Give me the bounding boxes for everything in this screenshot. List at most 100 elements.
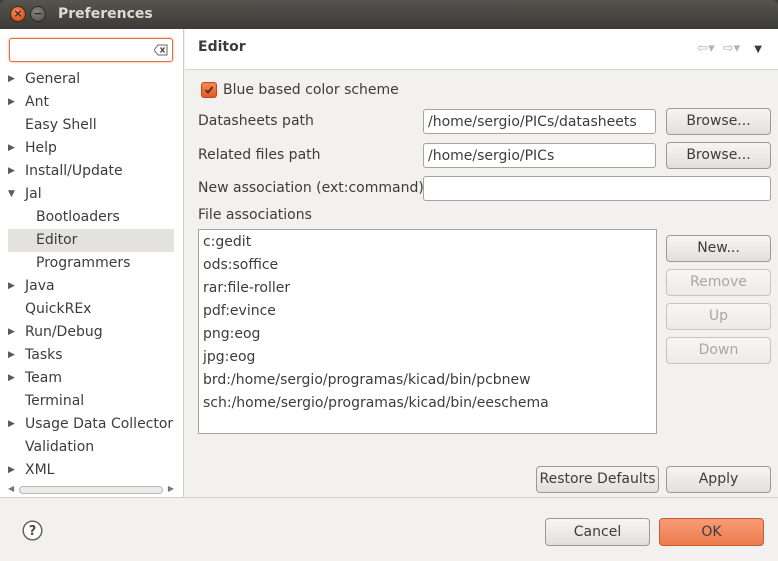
list-item[interactable]: rar:file-roller: [199, 277, 656, 300]
related-files-path-label: Related files path: [198, 147, 321, 163]
tree-item-label: Easy Shell: [25, 117, 97, 133]
window-title: Preferences: [58, 6, 153, 22]
tree-item-label: Bootloaders: [36, 209, 120, 225]
minimize-window-button[interactable]: −: [30, 6, 46, 22]
help-icon[interactable]: ?: [22, 520, 43, 541]
tree-item-label: Ant: [25, 94, 49, 110]
tree-item-team[interactable]: ▶ Team: [0, 367, 183, 390]
tree-item-terminal[interactable]: Terminal: [0, 390, 183, 413]
expand-arrow-icon[interactable]: ▶: [8, 91, 18, 114]
expand-arrow-icon[interactable]: ▶: [8, 275, 18, 298]
color-scheme-checkbox[interactable]: [201, 82, 217, 98]
tree-item-validation[interactable]: Validation: [0, 436, 183, 459]
tree-item-label: Jal: [25, 186, 42, 202]
page-title: Editor: [198, 39, 246, 55]
related-files-path-input[interactable]: [423, 143, 656, 168]
file-associations-label: File associations: [198, 207, 312, 223]
color-scheme-label: Blue based color scheme: [223, 82, 399, 98]
tree-item-label: Install/Update: [25, 163, 123, 179]
list-item[interactable]: sch:/home/sergio/programas/kicad/bin/ees…: [199, 392, 656, 415]
move-down-button[interactable]: Down: [666, 337, 771, 364]
tree-item-label: QuickREx: [25, 301, 92, 317]
dialog-button-bar: ? Cancel OK: [0, 497, 778, 561]
preference-tree: ▶ General ▶ Ant Easy Shell ▶ Help ▶ Install/Upda…: [0, 68, 183, 482]
expand-arrow-icon[interactable]: ▶: [8, 68, 18, 91]
list-item[interactable]: jpg:eog: [199, 346, 656, 369]
preference-page: Editor ⇦▾ ⇨▾ ▼ Blue based color scheme D…: [185, 29, 778, 497]
expand-arrow-icon[interactable]: ▶: [8, 459, 18, 482]
datasheets-path-label: Datasheets path: [198, 113, 314, 129]
collapse-arrow-icon[interactable]: ▼: [8, 183, 18, 206]
view-menu-icon[interactable]: ▼: [754, 44, 762, 55]
tree-item-programmers[interactable]: Programmers: [0, 252, 183, 275]
expand-arrow-icon[interactable]: ▶: [8, 160, 18, 183]
clear-icon[interactable]: [154, 44, 168, 56]
tree-item-jal[interactable]: ▼ Jal: [0, 183, 183, 206]
tree-item-label: Run/Debug: [25, 324, 103, 340]
tree-item-general[interactable]: ▶ General: [0, 68, 183, 91]
preference-tree-pane: ▶ General ▶ Ant Easy Shell ▶ Help ▶ Install/Upda…: [0, 29, 184, 497]
new-association-input[interactable]: [423, 176, 771, 201]
minimize-icon: −: [33, 7, 43, 20]
tree-item-label: General: [25, 71, 81, 87]
page-header: Editor ⇦▾ ⇨▾ ▼: [185, 29, 778, 70]
new-association-button[interactable]: New...: [666, 235, 771, 262]
tree-item-quickrex[interactable]: QuickREx: [0, 298, 183, 321]
preferences-window: ▶ General ▶ Ant Easy Shell ▶ Help ▶ Install/Upda…: [0, 29, 778, 561]
svg-text:?: ?: [29, 524, 37, 539]
ok-button[interactable]: OK: [659, 518, 764, 546]
expand-arrow-icon[interactable]: ▶: [8, 344, 18, 367]
list-item[interactable]: c:gedit: [199, 231, 656, 254]
scroll-right-icon[interactable]: ▶: [168, 484, 174, 493]
close-icon: ×: [13, 7, 23, 20]
tree-item-label: Java: [25, 278, 55, 294]
tree-item-install-update[interactable]: ▶ Install/Update: [0, 160, 183, 183]
tree-item-run-debug[interactable]: ▶ Run/Debug: [0, 321, 183, 344]
cancel-button[interactable]: Cancel: [545, 518, 650, 546]
page-navigation: ⇦▾ ⇨▾ ▼: [693, 41, 762, 56]
back-arrow-icon[interactable]: ⇦▾: [697, 41, 714, 56]
list-item[interactable]: pdf:evince: [199, 300, 656, 323]
tree-item-label: Tasks: [25, 347, 63, 363]
tree-item-label: XML: [25, 462, 55, 478]
restore-defaults-button[interactable]: Restore Defaults: [536, 466, 659, 493]
tree-item-xml[interactable]: ▶ XML: [0, 459, 183, 482]
tree-item-ant[interactable]: ▶ Ant: [0, 91, 183, 114]
new-association-label: New association (ext:command): [198, 180, 424, 196]
expand-arrow-icon[interactable]: ▶: [8, 137, 18, 160]
file-associations-list[interactable]: c:gedit ods:soffice rar:file-roller pdf:evi…: [198, 229, 657, 434]
tree-item-help[interactable]: ▶ Help: [0, 137, 183, 160]
tree-item-label: Validation: [25, 439, 95, 455]
title-bar: × − Preferences: [0, 0, 778, 29]
tree-item-editor[interactable]: Editor: [8, 229, 174, 252]
scroll-left-icon[interactable]: ◀: [8, 484, 14, 493]
tree-item-label: Team: [25, 370, 63, 386]
expand-arrow-icon[interactable]: ▶: [8, 321, 18, 344]
list-item[interactable]: brd:/home/sergio/programas/kicad/bin/pcb…: [199, 369, 656, 392]
apply-button[interactable]: Apply: [666, 466, 771, 493]
expand-arrow-icon[interactable]: ▶: [8, 413, 18, 436]
forward-arrow-icon[interactable]: ⇨▾: [723, 41, 740, 56]
tree-item-label: Programmers: [36, 255, 131, 271]
scrollbar-thumb[interactable]: [19, 486, 163, 494]
tree-item-label: Editor: [36, 232, 78, 248]
tree-item-label: Help: [25, 140, 57, 156]
filter-box[interactable]: [9, 38, 173, 62]
move-up-button[interactable]: Up: [666, 303, 771, 330]
checkmark-icon: [204, 86, 214, 94]
tree-item-usage-data-collector[interactable]: ▶ Usage Data Collector: [0, 413, 183, 436]
datasheets-browse-button[interactable]: Browse...: [666, 108, 771, 135]
tree-item-java[interactable]: ▶ Java: [0, 275, 183, 298]
list-item[interactable]: png:eog: [199, 323, 656, 346]
filter-input[interactable]: [14, 41, 152, 59]
related-files-browse-button[interactable]: Browse...: [666, 142, 771, 169]
tree-item-bootloaders[interactable]: Bootloaders: [0, 206, 183, 229]
remove-association-button[interactable]: Remove: [666, 269, 771, 296]
tree-horizontal-scrollbar[interactable]: ◀ ▶: [8, 484, 174, 496]
tree-item-tasks[interactable]: ▶ Tasks: [0, 344, 183, 367]
close-window-button[interactable]: ×: [10, 6, 26, 22]
tree-item-easy-shell[interactable]: Easy Shell: [0, 114, 183, 137]
datasheets-path-input[interactable]: [423, 109, 656, 134]
expand-arrow-icon[interactable]: ▶: [8, 367, 18, 390]
list-item[interactable]: ods:soffice: [199, 254, 656, 277]
